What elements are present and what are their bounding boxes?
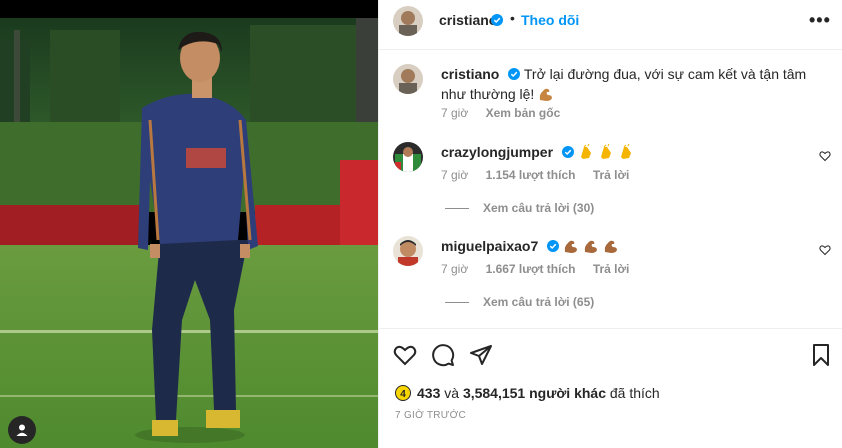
user-tag-icon [16,424,28,436]
follow-button[interactable]: Theo dõi [521,12,579,28]
verified-icon [561,146,574,158]
clapping-hands-icon [580,144,591,159]
see-original-link[interactable]: Xem bản gốc [486,106,561,120]
action-bar [379,328,842,378]
reply-button[interactable]: Trả lời [593,262,630,276]
likes-summary[interactable]: 4 433 và 3,584,151 người khác đã thích [395,384,660,402]
view-replies-label: Xem câu trả lời (65) [483,295,595,309]
caption-text-line: cristiano Trở lại đường đua, với sự cam … [441,64,811,104]
comment-emoji [563,238,619,254]
commenter-avatar[interactable] [393,236,423,266]
view-replies-button[interactable]: Xem câu trả lời (30) [445,201,594,215]
like-comment-heart-icon[interactable] [819,150,831,162]
comment-meta: 7 giờ 1.667 lượt thích Trả lời [441,262,643,276]
clapping-hands-icon [620,144,631,159]
post-header: cristiano • Theo dõi ••• [379,0,842,50]
separator-dot: • [510,10,515,26]
author-avatar[interactable] [393,6,423,36]
clapping-hands-icon [600,144,611,159]
replies-divider [445,302,469,304]
share-icon[interactable] [469,343,493,367]
caption-time: 7 giờ [441,106,469,120]
caption-username[interactable]: cristiano [441,66,499,82]
flexed-biceps-icon [564,240,578,253]
reply-button[interactable]: Trả lời [593,168,630,182]
comment-likes[interactable]: 1.667 lượt thích [486,262,576,276]
user-tag-button[interactable] [8,416,36,444]
comment-time: 7 giờ [441,168,469,182]
verified-icon [547,240,560,252]
comment-username[interactable]: miguelpaixao7 [441,238,538,254]
likes-count[interactable]: 3,584,151 người khác [463,385,606,401]
likes-connector: và [444,385,460,401]
bookmark-icon[interactable] [809,343,833,367]
svg-text:4: 4 [400,389,406,400]
verified-icon [508,68,521,80]
comment-time: 7 giờ [441,262,469,276]
like-comment-heart-icon[interactable] [819,244,831,256]
view-replies-label: Xem câu trả lời (30) [483,201,595,215]
heart-icon[interactable] [393,343,417,367]
liked-by-badge-icon: 4 [395,385,411,401]
caption-meta: 7 giờ Xem bản gốc [441,106,574,120]
comment-likes[interactable]: 1.154 lượt thích [486,168,576,182]
flexed-biceps-icon [604,240,617,253]
flexed-biceps-icon [584,240,597,253]
liked-by-first[interactable]: 433 [417,385,440,401]
post-detail-panel: cristiano • Theo dõi ••• cristiano Trở l… [378,0,842,448]
comment-text-line: miguelpaixao7 [441,236,811,256]
more-icon[interactable]: ••• [809,10,831,31]
commenter-avatar[interactable] [393,142,423,172]
comment-meta: 7 giờ 1.154 lượt thích Trả lời [441,168,643,182]
replies-divider [445,208,469,210]
author-username[interactable]: cristiano [439,12,497,28]
post-photo[interactable] [0,0,378,448]
likes-suffix: đã thích [609,385,660,401]
comment-username[interactable]: crazylongjumper [441,144,553,160]
comment-text-line: crazylongjumper [441,142,811,162]
post-timestamp: 7 GIỜ TRƯỚC [395,410,467,421]
comment-emoji [578,144,634,160]
view-replies-button[interactable]: Xem câu trả lời (65) [445,295,594,309]
post-image [0,0,378,448]
flexed-biceps-icon [540,88,553,101]
comment-icon[interactable] [431,343,455,367]
verified-icon [491,14,503,26]
caption-avatar[interactable] [393,64,423,94]
